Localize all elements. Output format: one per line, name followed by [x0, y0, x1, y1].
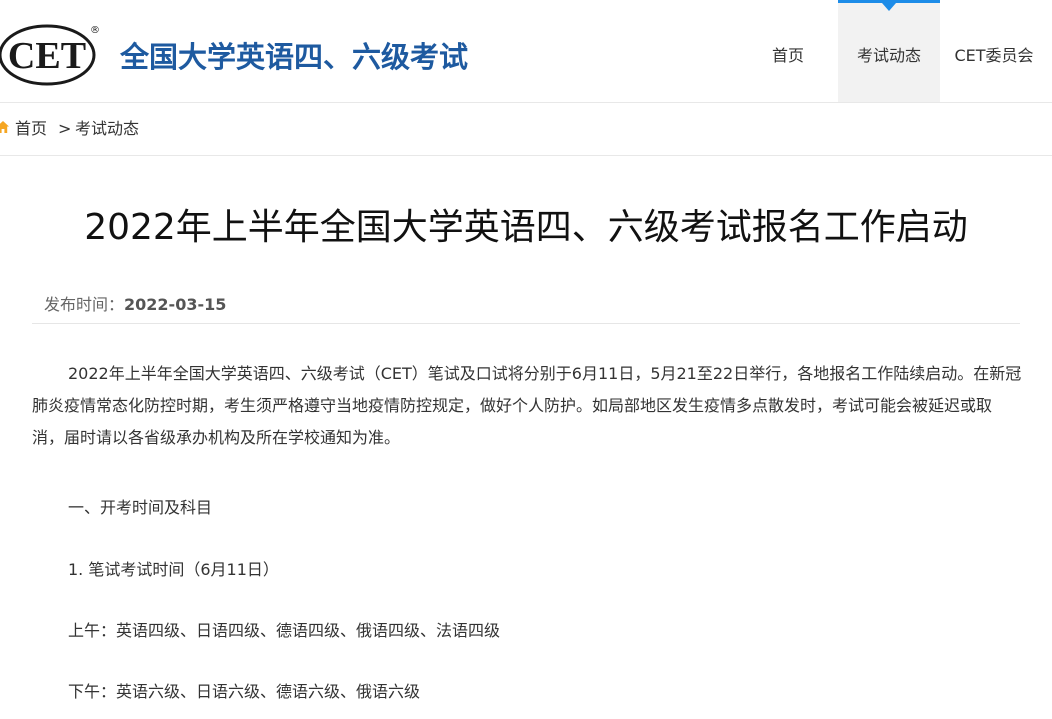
morning-subjects: 上午：英语四级、日语四级、德语四级、俄语四级、法语四级: [68, 621, 501, 640]
article-meta: 发布时间：2022-03-15: [44, 291, 226, 315]
logo-registered-mark: ®: [90, 25, 100, 36]
article-intro-paragraph: 2022年上半年全国大学英语四、六级考试（CET）笔试及口试将分别于6月11日，…: [32, 364, 1022, 447]
site-header: CET ® 全国大学英语四、六级考试 首页 考试动态 CET委员会: [0, 0, 1052, 103]
site-title[interactable]: 全国大学英语四、六级考试: [120, 34, 468, 76]
sub-heading-written-exam: 1. 笔试考试时间（6月11日）: [68, 560, 279, 579]
breadcrumb-separator: >: [58, 119, 72, 138]
nav-item-exam-news[interactable]: 考试动态: [838, 0, 940, 102]
nav-item-cet-committee[interactable]: CET委员会: [946, 0, 1042, 102]
page: CET ® 全国大学英语四、六级考试 首页 考试动态 CET委员会 首页 > 考…: [0, 0, 1052, 719]
nav-item-home[interactable]: 首页: [748, 0, 828, 102]
publish-time-label: 发布时间：: [44, 295, 125, 314]
article-title: 2022年上半年全国大学英语四、六级考试报名工作启动: [84, 207, 968, 248]
cet-logo[interactable]: CET ®: [0, 21, 101, 87]
breadcrumb-home-link[interactable]: 首页: [15, 103, 47, 155]
breadcrumb: 首页 > 考试动态: [0, 103, 1052, 156]
nav-active-triangle-icon: [882, 3, 896, 11]
logo-text: CET: [8, 35, 86, 77]
breadcrumb-current[interactable]: 考试动态: [75, 103, 139, 155]
section-heading: 一、开考时间及科目: [68, 498, 213, 517]
home-icon: [0, 121, 9, 133]
nav-item-exam-news-label: 考试动态: [856, 46, 921, 65]
afternoon-subjects: 下午：英语六级、日语六级、德语六级、俄语六级: [68, 682, 421, 701]
publish-date: 2022-03-15: [124, 295, 227, 314]
meta-divider: [32, 323, 1020, 324]
article-body: 2022年上半年全国大学英语四、六级考试（CET）笔试及口试将分别于6月11日，…: [32, 358, 1022, 454]
